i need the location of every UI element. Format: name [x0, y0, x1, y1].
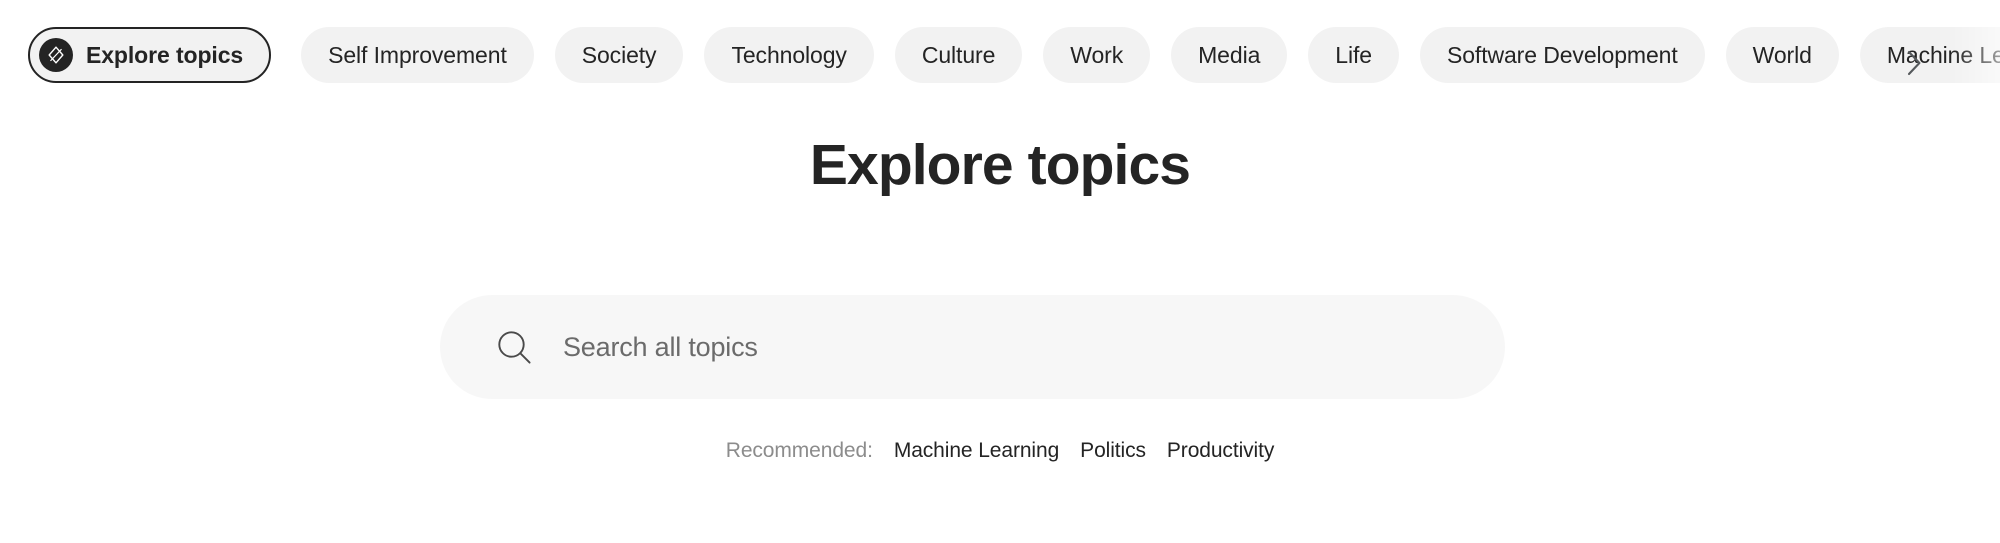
topic-pill-label: Life	[1335, 41, 1372, 68]
topic-pill-self-improvement[interactable]: Self Improvement	[301, 27, 534, 83]
topic-pill-media[interactable]: Media	[1171, 27, 1288, 83]
topic-pill-label: Software Development	[1446, 41, 1678, 68]
hero-section: Explore topics Search all topics Recomme…	[0, 110, 2000, 462]
recommended-link-productivity[interactable]: Productivity	[1167, 439, 1274, 463]
page-title: Explore topics	[809, 133, 1191, 197]
scroll-right-button[interactable]	[1890, 40, 1938, 88]
recommended-link-machine-learning[interactable]: Machine Learning	[894, 439, 1059, 463]
recommended-label: Recommended:	[725, 439, 873, 462]
chevron-right-icon	[1906, 49, 1923, 80]
search-icon	[495, 328, 534, 367]
topic-pill-label: Technology	[731, 41, 847, 68]
topic-pill-life[interactable]: Life	[1308, 27, 1399, 83]
recommended-row: Recommended: Machine Learning Politics P…	[0, 439, 2000, 463]
topic-pill-label: Work	[1070, 41, 1124, 68]
topic-pill-label: Media	[1198, 41, 1261, 68]
search-input[interactable]: Search all topics	[440, 295, 1505, 399]
topic-pill-label: World	[1752, 41, 1812, 68]
search-placeholder: Search all topics	[563, 331, 758, 362]
topic-pill-label: Society	[581, 41, 657, 68]
recommended-link-politics[interactable]: Politics	[1080, 439, 1146, 463]
topic-pill-culture[interactable]: Culture	[894, 27, 1023, 83]
topic-pill-label: Culture	[921, 41, 996, 68]
topic-pill-world[interactable]: World	[1725, 27, 1839, 83]
explore-topics-button[interactable]: Explore topics	[28, 27, 272, 83]
compass-icon	[39, 38, 73, 72]
explore-topics-label: Explore topics	[86, 41, 244, 68]
topic-pill-technology[interactable]: Technology	[704, 27, 874, 83]
topic-strip: Explore topics Self Improvement Society …	[0, 0, 2000, 110]
topic-pill-work[interactable]: Work	[1043, 27, 1151, 83]
topic-pill-label: Self Improvement	[328, 41, 507, 68]
topic-pill-track: Self Improvement Society Technology Cult…	[301, 27, 2000, 83]
topic-pill-society[interactable]: Society	[554, 27, 684, 83]
topic-pill-software-development[interactable]: Software Development	[1419, 27, 1705, 83]
